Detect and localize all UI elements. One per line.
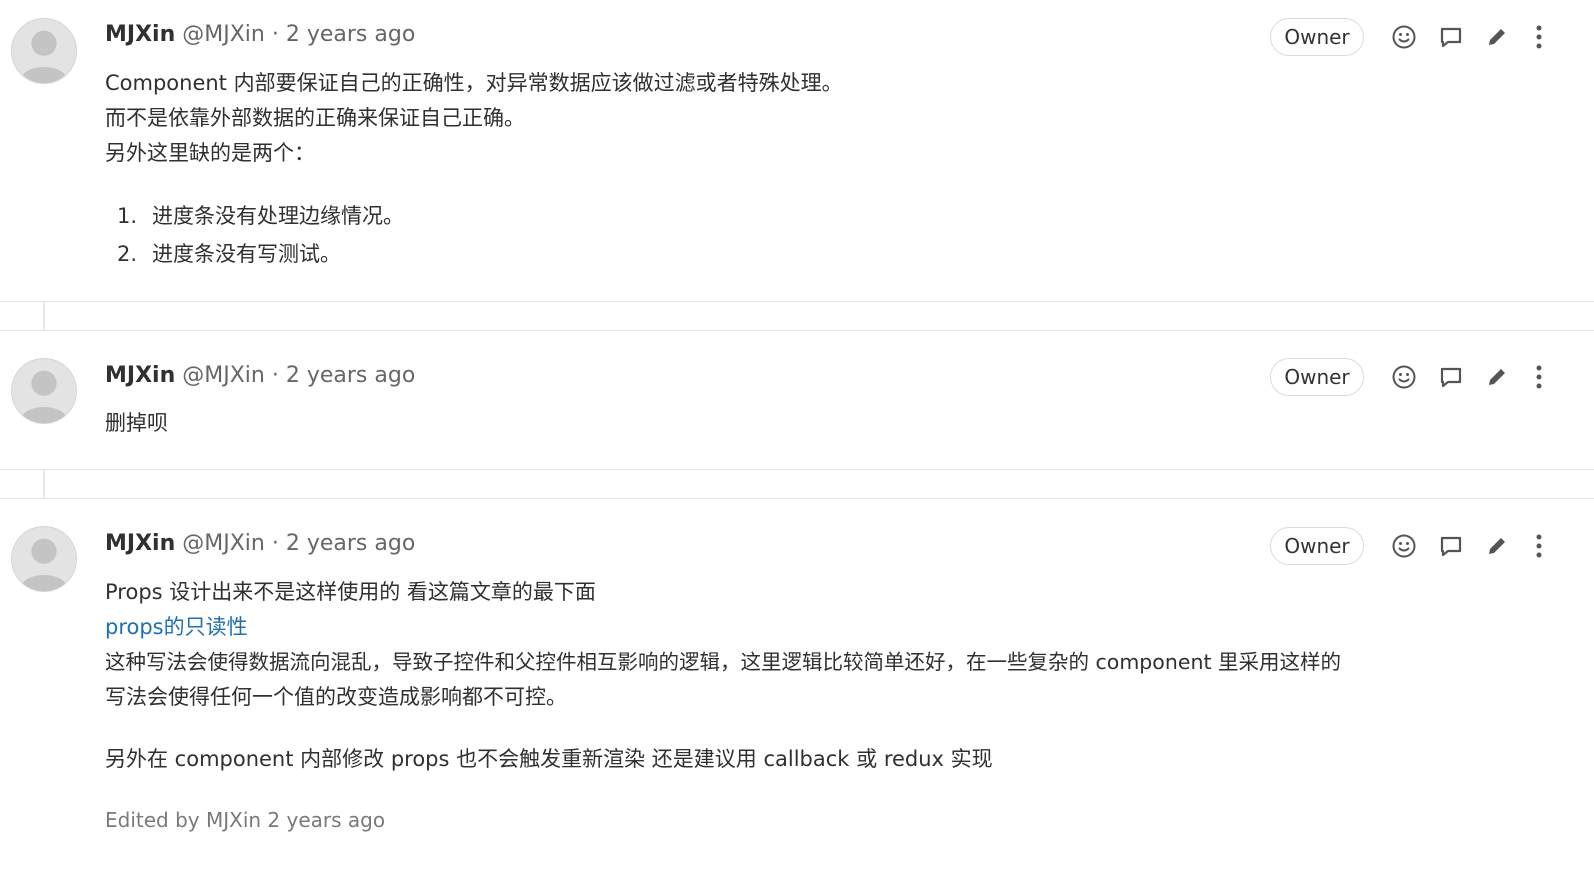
pencil-icon[interactable] <box>1483 23 1511 51</box>
owner-badge: Owner <box>1270 18 1364 56</box>
divider <box>0 498 1594 499</box>
reply-bubble-icon[interactable] <box>1437 363 1465 391</box>
divider <box>0 330 1594 331</box>
list-item: 2. 进度条没有写测试。 <box>105 235 843 273</box>
note-body: Props 设计出来不是这样使用的 看这篇文章的最下面 props的只读性 这种… <box>105 575 1341 777</box>
smiley-icon[interactable] <box>1390 363 1418 391</box>
author-name[interactable]: MJXin <box>105 531 175 556</box>
smiley-icon[interactable] <box>1390 532 1418 560</box>
body-line: 写法会使得任何一个值的改变造成影响都不可控。 <box>105 685 567 709</box>
divider <box>0 469 1594 470</box>
smiley-icon[interactable] <box>1390 23 1418 51</box>
timestamp[interactable]: 2 years ago <box>286 363 415 388</box>
owner-badge: Owner <box>1270 527 1364 565</box>
reply-bubble-icon[interactable] <box>1437 532 1465 560</box>
avatar[interactable] <box>11 18 77 84</box>
separator: · <box>271 22 279 47</box>
author-name[interactable]: MJXin <box>105 22 175 47</box>
list-item: 1. 进度条没有处理边缘情况。 <box>105 197 843 235</box>
body-line: Props 设计出来不是这样使用的 看这篇文章的最下面 <box>105 580 596 604</box>
separator: · <box>271 531 279 556</box>
list-item-text: 进度条没有处理边缘情况。 <box>152 204 404 228</box>
note-body: 删掉呗 <box>105 406 168 441</box>
thread-line <box>43 302 45 330</box>
more-vertical-icon[interactable] <box>1525 23 1553 51</box>
thread-line <box>43 470 45 498</box>
body-line: Component 内部要保证自己的正确性，对异常数据应该做过滤或者特殊处理。 <box>105 71 843 95</box>
body-line: 另外这里缺的是两个： <box>105 141 315 165</box>
note-header: MJXin @MJXin · 2 years ago <box>105 20 415 50</box>
author-handle[interactable]: @MJXin <box>182 363 265 388</box>
timestamp[interactable]: 2 years ago <box>286 531 415 556</box>
more-vertical-icon[interactable] <box>1525 532 1553 560</box>
note-header: MJXin @MJXin · 2 years ago <box>105 361 415 391</box>
pencil-icon[interactable] <box>1483 363 1511 391</box>
pencil-icon[interactable] <box>1483 532 1511 560</box>
author-handle[interactable]: @MJXin <box>182 531 265 556</box>
author-handle[interactable]: @MJXin <box>182 22 265 47</box>
note-header: MJXin @MJXin · 2 years ago <box>105 529 415 559</box>
list-item-text: 进度条没有写测试。 <box>152 242 341 266</box>
list-number: 1. <box>117 204 138 228</box>
note-body: Component 内部要保证自己的正确性，对异常数据应该做过滤或者特殊处理。 … <box>105 66 843 273</box>
avatar[interactable] <box>11 526 77 592</box>
author-name[interactable]: MJXin <box>105 363 175 388</box>
more-vertical-icon[interactable] <box>1525 363 1553 391</box>
divider <box>0 301 1594 302</box>
avatar[interactable] <box>11 358 77 424</box>
body-line: 删掉呗 <box>105 411 168 435</box>
body-line: 而不是依靠外部数据的正确来保证自己正确。 <box>105 106 525 130</box>
timestamp[interactable]: 2 years ago <box>286 22 415 47</box>
separator: · <box>271 363 279 388</box>
owner-badge: Owner <box>1270 358 1364 396</box>
edited-by-text: Edited by MJXin 2 years ago <box>105 808 386 832</box>
reply-bubble-icon[interactable] <box>1437 23 1465 51</box>
props-readonly-link[interactable]: props的只读性 <box>105 615 248 639</box>
list-number: 2. <box>117 242 138 266</box>
body-line: 这种写法会使得数据流向混乱，导致子控件和父控件相互影响的逻辑，这里逻辑比较简单还… <box>105 650 1342 674</box>
ordered-list: 1. 进度条没有处理边缘情况。 2. 进度条没有写测试。 <box>105 197 843 273</box>
body-line: 另外在 component 内部修改 props 也不会触发重新渲染 还是建议用… <box>105 747 993 771</box>
